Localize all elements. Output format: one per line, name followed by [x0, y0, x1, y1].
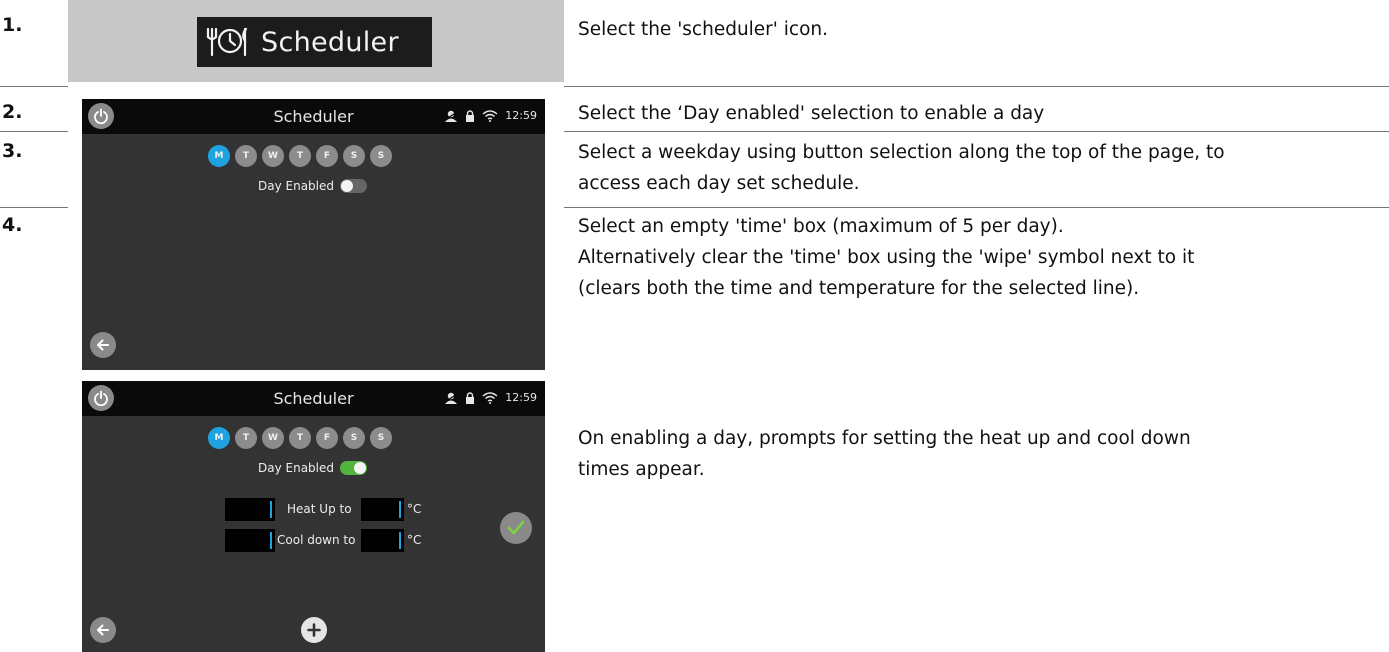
day-button-saturday[interactable]: S	[343, 145, 365, 167]
day-button-friday[interactable]: F	[316, 145, 338, 167]
heat-up-unit: °C	[407, 502, 422, 516]
toggle-knob	[341, 180, 354, 192]
instruction-line: (clears both the time and temperature fo…	[578, 278, 1140, 299]
step-number-4: 4.	[2, 214, 23, 236]
screen-topbar: Scheduler 12:59	[82, 99, 545, 134]
step-2-text: Select the ‘Day enabled' selection to en…	[578, 98, 1044, 129]
instruction-line: times appear.	[578, 459, 705, 480]
checkmark-icon	[507, 520, 525, 535]
cool-down-temp-box[interactable]	[361, 529, 404, 552]
wifi-icon	[482, 391, 498, 404]
text-cursor	[399, 532, 401, 549]
back-button[interactable]	[90, 617, 116, 643]
back-arrow-icon	[97, 339, 109, 351]
lock-icon	[466, 109, 475, 122]
day-enabled-row: Day Enabled	[258, 179, 368, 193]
cool-down-label: Cool down to	[277, 533, 356, 547]
toggle-knob	[354, 462, 367, 474]
instruction-line: Alternatively clear the 'time' box using…	[578, 247, 1195, 268]
day-enable-note: On enabling a day, prompts for setting t…	[578, 423, 1191, 485]
divider	[0, 207, 68, 208]
heat-up-temp-box[interactable]	[361, 498, 404, 521]
back-button[interactable]	[90, 332, 116, 358]
clock-time: 12:59	[505, 391, 537, 404]
divider	[0, 131, 68, 132]
heat-up-label: Heat Up to	[287, 502, 352, 516]
day-button-sunday[interactable]: S	[370, 145, 392, 167]
day-button-wednesday[interactable]: W	[262, 427, 284, 449]
day-button-tuesday[interactable]: T	[235, 145, 257, 167]
add-button[interactable]	[301, 617, 327, 643]
scheduler-button[interactable]: Scheduler	[197, 17, 432, 67]
day-button-thursday[interactable]: T	[289, 145, 311, 167]
confirm-button[interactable]	[500, 512, 532, 544]
divider	[564, 131, 1389, 132]
text-cursor	[270, 532, 272, 549]
scheduler-screen-enabled: Scheduler 12:59 M T W T F S S Day Enable…	[82, 381, 545, 652]
day-button-monday[interactable]: M	[208, 145, 230, 167]
heat-up-time-box[interactable]	[225, 498, 275, 521]
clock-time: 12:59	[505, 109, 537, 122]
day-button-friday[interactable]: F	[316, 427, 338, 449]
day-enabled-toggle[interactable]	[340, 461, 368, 475]
divider	[0, 86, 68, 87]
user-icon	[444, 110, 458, 122]
wifi-icon	[482, 109, 498, 122]
divider	[564, 86, 1389, 87]
user-icon	[444, 392, 458, 404]
weekday-selector: M T W T F S S	[208, 427, 392, 449]
plus-icon	[307, 623, 321, 637]
screen-topbar: Scheduler 12:59	[82, 381, 545, 416]
cool-down-time-box[interactable]	[225, 529, 275, 552]
weekday-selector: M T W T F S S	[208, 145, 392, 167]
instruction-line: Select the ‘Day enabled' selection to en…	[578, 103, 1045, 124]
step-1-text: Select the 'scheduler' icon.	[578, 14, 828, 45]
day-button-sunday[interactable]: S	[370, 427, 392, 449]
step-3-text: Select a weekday using button selection …	[578, 137, 1225, 199]
text-cursor	[399, 501, 401, 518]
step-number-2: 2.	[2, 101, 23, 123]
day-button-wednesday[interactable]: W	[262, 145, 284, 167]
instruction-line: Select a weekday using button selection …	[578, 142, 1225, 163]
scheduler-screen-disabled: Scheduler 12:59 M T W T F S S Day Enable…	[82, 99, 545, 370]
day-button-saturday[interactable]: S	[343, 427, 365, 449]
text-cursor	[270, 501, 272, 518]
day-button-thursday[interactable]: T	[289, 427, 311, 449]
instruction-line: On enabling a day, prompts for setting t…	[578, 428, 1191, 449]
day-button-monday[interactable]: M	[208, 427, 230, 449]
step-number-1: 1.	[2, 14, 23, 36]
divider	[564, 207, 1389, 208]
step-4-text: Select an empty 'time' box (maximum of 5…	[578, 211, 1194, 304]
lock-icon	[466, 391, 475, 404]
instruction-line: Select an empty 'time' box (maximum of 5…	[578, 216, 1064, 237]
cool-down-unit: °C	[407, 533, 422, 547]
status-bar: 12:59	[444, 109, 537, 122]
back-arrow-icon	[97, 624, 109, 636]
day-enabled-label: Day Enabled	[258, 179, 335, 193]
status-bar: 12:59	[444, 391, 537, 404]
cutlery-clock-icon	[205, 26, 251, 58]
scheduler-label: Scheduler	[261, 26, 399, 58]
step-number-3: 3.	[2, 140, 23, 162]
day-enabled-toggle[interactable]	[340, 179, 368, 193]
instruction-line: Select the 'scheduler' icon.	[578, 19, 828, 40]
day-enabled-label: Day Enabled	[258, 461, 335, 475]
day-button-tuesday[interactable]: T	[235, 427, 257, 449]
instruction-line: access each day set schedule.	[578, 173, 860, 194]
day-enabled-row: Day Enabled	[258, 461, 368, 475]
